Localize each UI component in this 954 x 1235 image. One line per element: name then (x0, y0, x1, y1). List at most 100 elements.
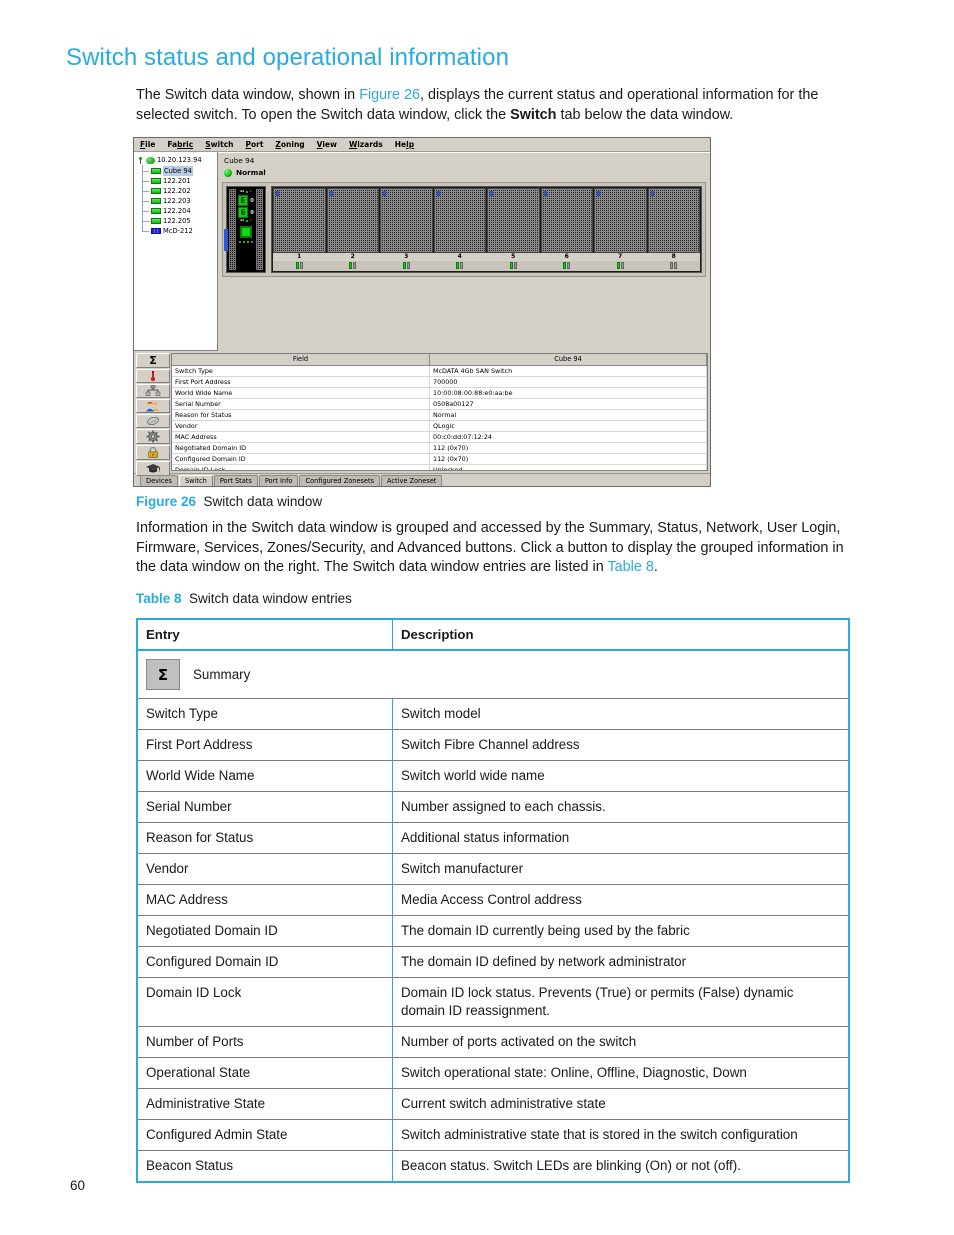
tab-port-info[interactable]: Port Info (258, 475, 299, 486)
grid-row[interactable]: World Wide Name 10:00:08:00:88:e0:aa:be (172, 388, 707, 399)
page-title: Switch status and operational informatio… (66, 44, 510, 71)
menu-item-view[interactable]: View (317, 140, 337, 149)
zones-security-button[interactable] (136, 445, 170, 460)
network-button[interactable] (136, 384, 170, 398)
port-number-label: 3 (404, 253, 409, 260)
footer-led-1-icon (238, 241, 241, 243)
grid-header-value[interactable]: Cube 94 (430, 354, 707, 365)
menu-zoning-rest: oning (280, 140, 305, 149)
grid-row[interactable]: Negotiated Domain ID 112 (0x70) (172, 443, 707, 454)
grid-cell-value: McDATA 4Gb SAN Switch (430, 366, 707, 376)
control-panel-face: ▪▪ L E 0 6 9 ▪▪ L (238, 189, 254, 270)
grid-row[interactable]: Domain ID Lock Unlocked (172, 465, 707, 470)
tab-active-zoneset[interactable]: Active Zoneset (381, 475, 443, 486)
port-led-8 (648, 262, 701, 271)
menu-item-fabric[interactable]: Fabric (167, 140, 193, 149)
summary-button[interactable]: Σ (136, 353, 170, 368)
services-button[interactable] (136, 429, 170, 444)
grid-row[interactable]: Reason for Status Normal (172, 410, 707, 421)
grid-row[interactable]: Serial Number 0508a00127 (172, 399, 707, 410)
menu-item-wizards[interactable]: Wizards (349, 140, 383, 149)
table-cell-entry: MAC Address (137, 884, 393, 916)
table-cell-description: Switch operational state: Online, Offlin… (392, 1057, 849, 1089)
tree-item-122-201[interactable]: 122.201 (142, 176, 217, 186)
fabric-tree-panel[interactable]: 10.20.123.94 Cube 94 122.201 122.202 122… (134, 152, 218, 351)
tree-root-node[interactable]: 10.20.123.94 (137, 156, 217, 165)
table-cell-description: Switch model (392, 698, 849, 730)
tab-switch[interactable]: Switch (179, 475, 213, 486)
port-slot-8[interactable] (647, 188, 700, 253)
table-cell-description: Media Access Control address (392, 884, 849, 916)
vent-grille-right-icon (255, 189, 263, 270)
tree-item-mcd-212[interactable]: McD-212 (142, 226, 217, 236)
tree-item-122-205[interactable]: 122.205 (142, 216, 217, 226)
port-slot-5[interactable] (487, 188, 540, 253)
switch-properties-grid[interactable]: Field Cube 94 Switch Type McDATA 4Gb SAN … (171, 353, 708, 471)
data-window: Σ Field Cube 94 Switch Type McDATA 4Gb S… (134, 351, 710, 476)
footer-led-3-icon (246, 241, 249, 243)
menu-item-help[interactable]: Help (395, 140, 414, 149)
tree-expand-handle-icon[interactable] (137, 157, 144, 164)
port-bay-group: 1 2 3 4 5 6 7 8 (271, 186, 702, 273)
tree-item-cube-94[interactable]: Cube 94 (142, 166, 217, 176)
menu-item-zoning[interactable]: Zoning (275, 140, 304, 149)
menu-item-file[interactable]: File (140, 140, 155, 149)
grid-cell-value: 0508a00127 (430, 399, 707, 409)
menu-item-port[interactable]: Port (245, 140, 263, 149)
grid-cell-value: 112 (0x70) (430, 454, 707, 464)
tree-item-label: 122.203 (163, 197, 191, 205)
grid-row[interactable]: Configured Domain ID 112 (0x70) (172, 454, 707, 465)
control-panel-module[interactable]: ▪▪ L E 0 6 9 ▪▪ L (224, 186, 266, 273)
figure-cross-reference[interactable]: Figure 26 (359, 87, 420, 103)
figure-caption: Figure 26 Switch data window (136, 493, 322, 511)
window-body: 10.20.123.94 Cube 94 122.201 122.202 122… (134, 152, 710, 351)
table-row: Serial Number Number assigned to each cha… (137, 791, 849, 823)
port-slot-7[interactable] (594, 188, 647, 253)
tab-devices[interactable]: Devices (140, 475, 178, 486)
table-row: Configured Domain ID The domain ID define… (137, 946, 849, 978)
table-cell-entry: First Port Address (137, 729, 393, 761)
tree-item-122-203[interactable]: 122.203 (142, 196, 217, 206)
table-cell-entry: Serial Number (137, 791, 393, 823)
tree-item-label: McD-212 (163, 227, 193, 235)
user-login-button[interactable] (136, 399, 170, 413)
grid-cell-value: 10:00:08:00:88:e0:aa:be (430, 388, 707, 398)
port-slot-1[interactable] (273, 188, 326, 253)
table-row: Administrative State Current switch admin… (137, 1088, 849, 1120)
intro-text-3: tab below the data window. (556, 106, 734, 123)
advanced-button[interactable] (136, 461, 170, 476)
tree-item-label: 122.204 (163, 207, 191, 215)
switch-icon (151, 218, 161, 224)
table-cross-reference[interactable]: Table 8 (607, 559, 653, 575)
table-cell-entry: Configured Admin State (137, 1119, 393, 1151)
grid-row[interactable]: MAC Address 00:c0:dd:07:12:24 (172, 432, 707, 443)
tab-configured-zonesets[interactable]: Configured Zonesets (299, 475, 381, 486)
firmware-button[interactable] (136, 414, 170, 428)
port-slot-2[interactable] (326, 188, 379, 253)
tab-port-stats[interactable]: Port Stats (213, 475, 258, 486)
tree-item-122-204[interactable]: 122.204 (142, 206, 217, 216)
status-button[interactable] (136, 369, 170, 383)
grid-row[interactable]: Vendor QLogic (172, 421, 707, 432)
table-cell-entry: World Wide Name (137, 760, 393, 792)
tree-item-122-202[interactable]: 122.202 (142, 186, 217, 196)
page-number: 60 (70, 1178, 86, 1193)
table-cell-description: Switch manufacturer (392, 853, 849, 885)
grid-cell-value: Normal (430, 410, 707, 420)
port-slot-3[interactable] (380, 188, 433, 253)
grid-header-field[interactable]: Field (172, 354, 430, 365)
table-cell-description: The domain ID defined by network adminis… (392, 946, 849, 978)
port-slot-6[interactable] (540, 188, 593, 253)
table-row: Reason for Status Additional status infor… (137, 822, 849, 854)
port-slot-4[interactable] (433, 188, 486, 253)
grid-row[interactable]: Switch Type McDATA 4Gb SAN Switch (172, 366, 707, 377)
port-led-2 (327, 262, 380, 271)
menu-item-switch[interactable]: Switch (205, 140, 233, 149)
switch-icon (151, 188, 161, 194)
table-row: World Wide Name Switch world wide name (137, 760, 849, 792)
grid-row[interactable]: First Port Address 700000 (172, 377, 707, 388)
description-text-2: . (653, 559, 658, 575)
data-window-tab-strip: Devices Switch Port Stats Port Info Conf… (134, 473, 710, 486)
table-header-row: Entry Description (137, 619, 849, 651)
table-row-summary: Σ Summary (137, 650, 849, 699)
